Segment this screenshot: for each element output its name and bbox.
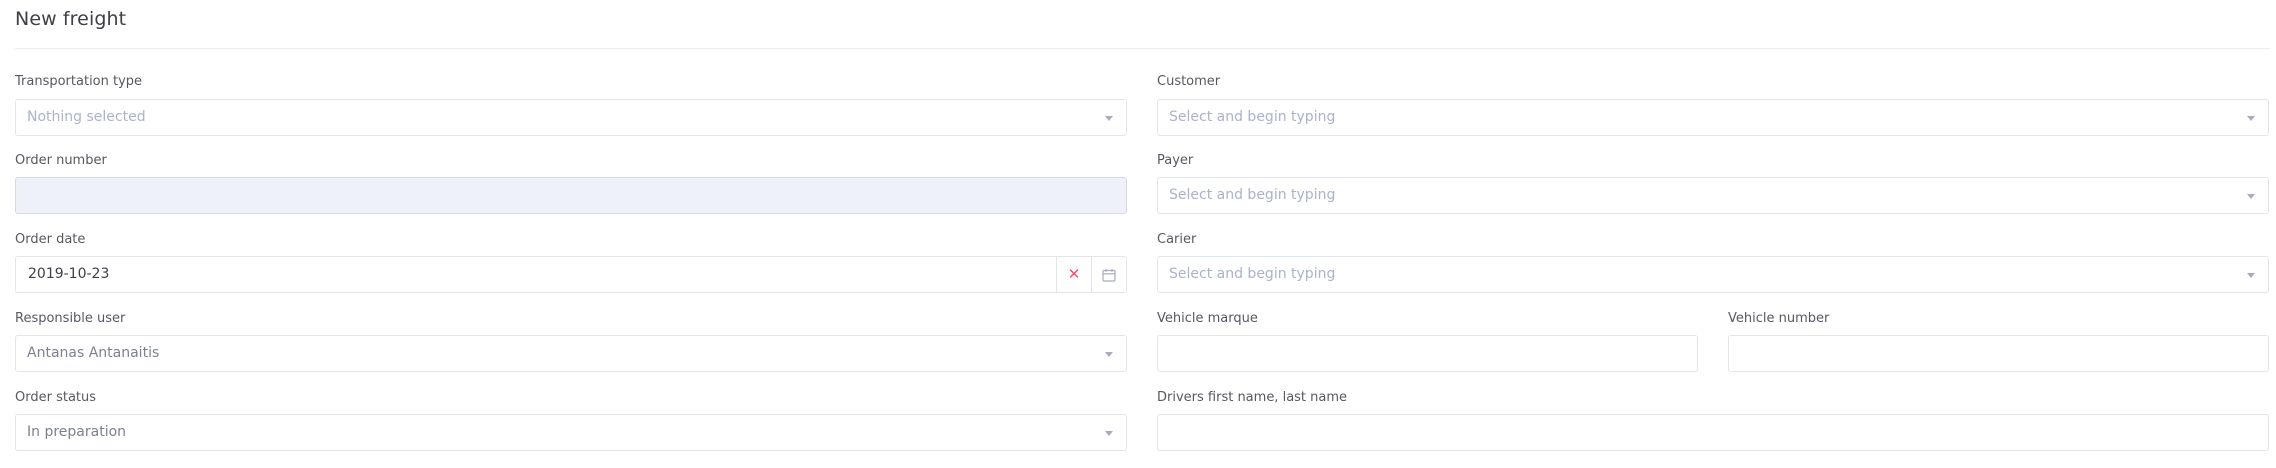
drivers-name-input[interactable] [1157,414,2269,451]
customer-placeholder: Select and begin typing [1169,109,1336,125]
chevron-down-icon [2247,194,2255,199]
vehicle-number-label: Vehicle number [1728,311,1830,326]
order-date-picker[interactable]: 2019-10-23 ✕ [15,256,1127,293]
customer-select[interactable]: Select and begin typing [1157,99,2269,136]
calendar-icon [1102,268,1116,282]
chevron-down-icon [1105,352,1113,357]
responsible-user-select[interactable]: Antanas Antanaitis [15,335,1127,372]
clear-date-button[interactable]: ✕ [1056,257,1091,292]
chevron-down-icon [2247,116,2255,121]
order-status-value: In preparation [27,424,127,440]
open-calendar-button[interactable] [1091,257,1126,292]
carier-placeholder: Select and begin typing [1169,266,1336,282]
responsible-user-label: Responsible user [15,311,126,326]
responsible-user-value: Antanas Antanaitis [27,345,160,361]
customer-label: Customer [1157,74,1221,89]
order-number-label: Order number [15,153,107,168]
carier-label: Carier [1157,232,1197,247]
chevron-down-icon [1105,431,1113,436]
close-icon: ✕ [1067,265,1081,283]
payer-label: Payer [1157,153,1194,168]
page-title: New freight [15,8,127,30]
vehicle-marque-input[interactable] [1157,335,1698,372]
vehicle-number-input[interactable] [1728,335,2269,372]
order-number-input[interactable] [15,177,1127,214]
order-date-label: Order date [15,232,86,247]
vehicle-marque-label: Vehicle marque [1157,311,1258,326]
order-status-label: Order status [15,390,97,405]
order-date-value[interactable]: 2019-10-23 [16,257,1056,292]
chevron-down-icon [1105,116,1113,121]
chevron-down-icon [2247,273,2255,278]
transportation-type-label: Transportation type [15,74,143,89]
drivers-name-label: Drivers first name, last name [1157,390,1348,405]
title-divider [15,48,2271,49]
carier-select[interactable]: Select and begin typing [1157,256,2269,293]
transportation-type-value: Nothing selected [27,109,146,125]
payer-select[interactable]: Select and begin typing [1157,177,2269,214]
order-status-select[interactable]: In preparation [15,414,1127,451]
transportation-type-select[interactable]: Nothing selected [15,99,1127,136]
payer-placeholder: Select and begin typing [1169,187,1336,203]
